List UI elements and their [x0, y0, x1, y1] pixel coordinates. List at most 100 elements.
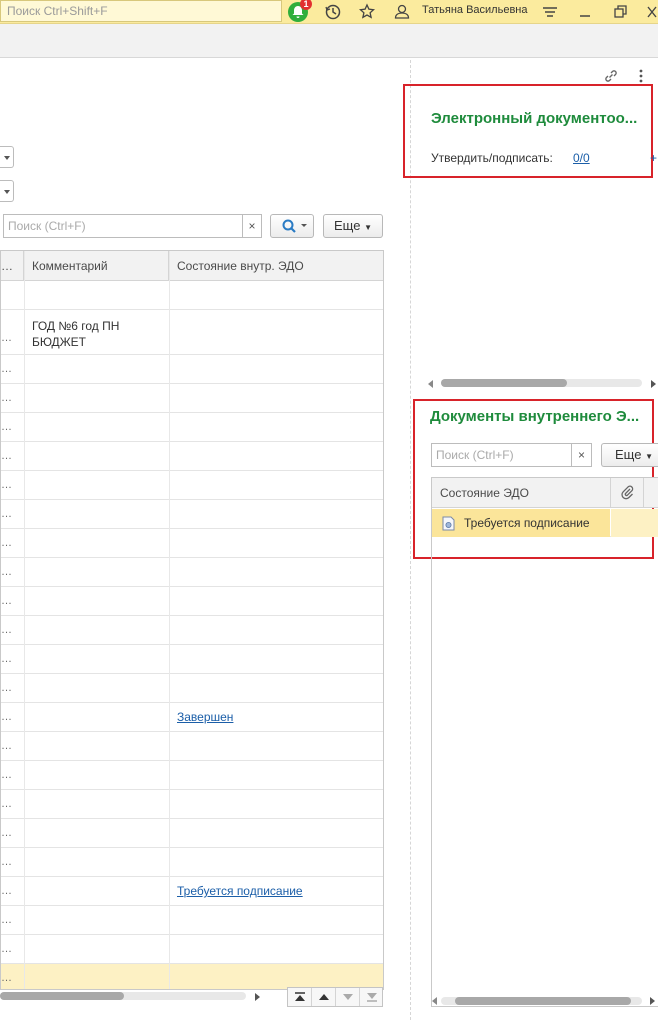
column-header-comment[interactable]: Комментарий — [24, 251, 169, 281]
internal-docs-search-input[interactable]: Поиск (Ctrl+F) — [431, 443, 572, 467]
table-row[interactable]: … — [1, 906, 383, 935]
table-row[interactable]: … — [1, 819, 383, 848]
panel-splitter[interactable] — [410, 60, 411, 1020]
internal-docs-table[interactable]: Состояние ЭДО Требуется подписание — [431, 477, 658, 1007]
column-divider — [169, 251, 170, 989]
notifications-button[interactable]: 1 — [288, 0, 312, 22]
scroll-left-arrow-icon[interactable] — [432, 997, 438, 1005]
approve-sign-label: Утвердить/подписать: — [431, 151, 553, 165]
chevron-down-icon: ▼ — [645, 452, 653, 461]
restore-icon[interactable] — [611, 2, 629, 22]
table-row[interactable]: … — [1, 790, 383, 819]
table-row[interactable]: … — [1, 645, 383, 674]
internal-docs-more-label: Еще — [615, 447, 642, 462]
edo-state-cell: Требуется подписание — [464, 516, 590, 530]
table-row[interactable]: … — [1, 500, 383, 529]
more-vertical-icon[interactable] — [637, 68, 645, 84]
internal-edo-state-cell[interactable]: Требуется подписание — [177, 884, 303, 898]
table-row[interactable]: … Завершен — [1, 703, 383, 732]
chevron-down-icon: ▼ — [364, 223, 372, 232]
scroll-left-arrow-icon[interactable] — [428, 380, 434, 388]
section-toolbar — [0, 24, 658, 58]
more-button[interactable]: Еще ▼ — [323, 214, 383, 238]
internal-docs-section-title[interactable]: Документы внутреннего Э... — [430, 408, 639, 425]
attachment-icon — [621, 485, 634, 500]
minimize-icon[interactable] — [576, 2, 594, 22]
more-button-label: Еще — [334, 218, 361, 233]
column-header-extra[interactable] — [644, 478, 658, 508]
go-next-button[interactable] — [336, 988, 360, 1006]
column-header-internal-edo-state[interactable]: Состояние внутр. ЭДО — [169, 251, 383, 281]
internal-docs-horizontal-scrollbar[interactable] — [441, 997, 642, 1005]
table-row[interactable]: … — [1, 616, 383, 645]
row-marker: … — [1, 914, 12, 926]
table-row[interactable]: … — [1, 935, 383, 964]
internal-docs-search-clear-button[interactable]: × — [571, 443, 592, 467]
row-marker: … — [1, 537, 12, 549]
close-window-icon[interactable] — [645, 2, 658, 22]
row-marker: … — [1, 682, 12, 694]
history-icon[interactable] — [324, 2, 342, 22]
approve-sign-extra-link[interactable]: + — [650, 151, 657, 165]
link-icon[interactable] — [603, 68, 619, 84]
row-marker: … — [1, 711, 12, 723]
go-first-button[interactable] — [288, 988, 312, 1006]
scroll-right-arrow-icon[interactable] — [651, 380, 657, 388]
go-previous-button[interactable] — [312, 988, 336, 1006]
row-marker: … — [1, 332, 12, 344]
table-row[interactable]: … — [1, 761, 383, 790]
table-row[interactable]: … — [1, 471, 383, 500]
table-row[interactable]: … — [1, 587, 383, 616]
table-row[interactable]: … — [1, 732, 383, 761]
user-icon[interactable] — [393, 2, 411, 22]
user-name[interactable]: Татьяна Васильевна — [422, 4, 527, 16]
table-row[interactable]: … — [1, 529, 383, 558]
row-marker: … — [1, 421, 12, 433]
table-row[interactable]: Требуется подписание — [432, 509, 658, 537]
column-header-edo-state[interactable]: Состояние ЭДО — [432, 478, 611, 508]
row-marker: … — [1, 508, 12, 520]
filter-select-1[interactable] — [0, 146, 14, 168]
scroll-right-arrow-icon[interactable] — [253, 993, 261, 1001]
table-row[interactable]: … — [1, 442, 383, 471]
internal-docs-more-button[interactable]: Еще ▼ — [601, 443, 658, 467]
table-row[interactable] — [1, 281, 383, 310]
internal-docs-table-header: Состояние ЭДО — [432, 478, 658, 508]
table-row[interactable]: … — [1, 674, 383, 703]
internal-edo-state-cell[interactable]: Завершен — [177, 710, 233, 724]
table-horizontal-scrollbar[interactable] — [0, 992, 246, 1000]
row-marker: … — [1, 595, 12, 607]
edo-section-title[interactable]: Электронный документоо... — [431, 110, 637, 127]
row-marker: … — [1, 740, 12, 752]
column-header-dots[interactable]: … — [1, 251, 24, 281]
star-icon[interactable] — [358, 2, 376, 22]
table-row[interactable]: … ГОД №6 год ПН БЮДЖЕТ — [1, 310, 383, 355]
go-last-button[interactable] — [360, 988, 384, 1006]
menu-icon[interactable] — [541, 2, 559, 22]
table-row[interactable]: … — [1, 413, 383, 442]
row-marker: … — [1, 363, 12, 375]
table-row[interactable]: … — [1, 558, 383, 587]
global-search-input[interactable]: Поиск Ctrl+Shift+F — [0, 0, 282, 22]
row-marker: … — [1, 856, 12, 868]
documents-table[interactable]: … Комментарий Состояние внутр. ЭДО … ГОД … — [0, 250, 384, 990]
list-search-input[interactable]: Поиск (Ctrl+F) — [3, 214, 243, 238]
list-search-clear-button[interactable]: × — [242, 214, 262, 238]
table-row[interactable]: … — [1, 384, 383, 413]
scroll-right-arrow-icon[interactable] — [650, 997, 656, 1005]
table-row[interactable]: … — [1, 355, 383, 384]
table-row[interactable]: … Требуется подписание — [1, 877, 383, 906]
top-bar: Поиск Ctrl+Shift+F 1 Татьяна Васильевна — [0, 0, 658, 24]
table-row[interactable]: … — [1, 848, 383, 877]
notification-count-badge: 1 — [300, 0, 312, 10]
approve-sign-count-link[interactable]: 0/0 — [573, 151, 590, 165]
row-marker: … — [1, 943, 12, 955]
comment-cell: ГОД №6 год ПН БЮДЖЕТ — [32, 319, 120, 349]
edo-horizontal-scrollbar[interactable] — [441, 379, 642, 387]
filter-select-2[interactable] — [0, 180, 14, 202]
column-header-attachments[interactable] — [611, 478, 644, 508]
row-marker: … — [1, 479, 12, 491]
row-marker: … — [1, 972, 12, 984]
row-marker: … — [1, 392, 12, 404]
search-button[interactable] — [270, 214, 314, 238]
